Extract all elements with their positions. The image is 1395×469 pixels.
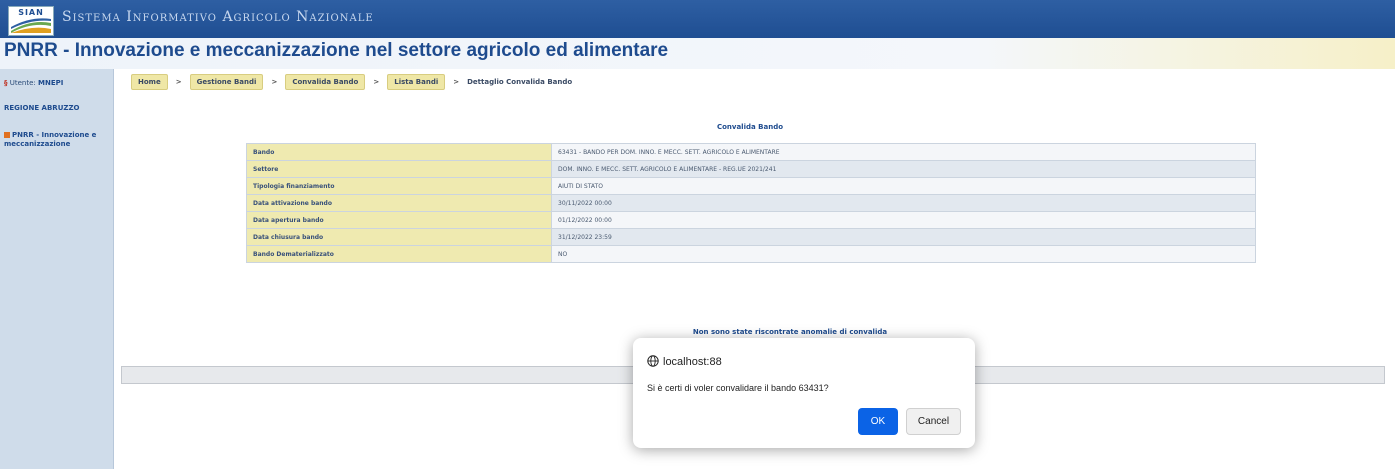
breadcrumb-convalida-bando[interactable]: Convalida Bando	[285, 74, 366, 90]
table-row: Data apertura bando 01/12/2022 00:00	[246, 211, 1256, 229]
table-row: Tipologia finanziamento AIUTI DI STATO	[246, 177, 1256, 195]
globe-icon	[647, 355, 659, 367]
row-value: AIUTI DI STATO	[551, 177, 1256, 195]
table-row: Data chiusura bando 31/12/2022 23:59	[246, 228, 1256, 246]
breadcrumb-lista-bandi[interactable]: Lista Bandi	[387, 74, 446, 90]
row-label: Data apertura bando	[246, 211, 552, 229]
breadcrumb-separator: >	[271, 78, 278, 86]
breadcrumb-current: Dettaglio Convalida Bando	[467, 78, 573, 86]
breadcrumb-separator: >	[453, 78, 460, 86]
row-label: Bando	[246, 143, 552, 161]
dialog-origin-text: localhost:88	[663, 356, 722, 368]
breadcrumb-separator: >	[373, 78, 380, 86]
table-row: Bando 63431 - BANDO PER DOM. INNO. E MECC…	[246, 143, 1256, 161]
sian-logo: SIAN	[8, 6, 54, 36]
user-icon: §	[4, 79, 8, 87]
row-label: Bando Dematerializzato	[246, 245, 552, 263]
row-value: NO	[551, 245, 1256, 263]
fields-logo-icon	[11, 18, 51, 33]
row-value: 31/12/2022 23:59	[551, 228, 1256, 246]
sidebar: § Utente: MNEPI REGIONE ABRUZZO PNRR - I…	[0, 69, 114, 469]
dialog-origin: localhost:88	[647, 355, 722, 368]
sidebar-item-label: PNRR - Innovazione e meccanizzazione	[4, 131, 97, 148]
row-label: Tipologia finanziamento	[246, 177, 552, 195]
row-label: Data attivazione bando	[246, 194, 552, 212]
table-row: Data attivazione bando 30/11/2022 00:00	[246, 194, 1256, 212]
dialog-message: Si è certi di voler convalidare il bando…	[647, 383, 829, 393]
breadcrumb-separator: >	[175, 78, 182, 86]
sidebar-item-pnrr[interactable]: PNRR - Innovazione e meccanizzazione	[4, 131, 114, 149]
confirm-dialog: localhost:88 Si è certi di voler convali…	[633, 338, 975, 448]
table-row: Settore DOM. INNO. E MECC. SETT. AGRICOLO…	[246, 160, 1256, 178]
row-label: Settore	[246, 160, 552, 178]
section-heading: Convalida Bando	[716, 123, 784, 131]
user-info: § Utente: MNEPI	[4, 79, 63, 87]
top-banner: SIAN Sistema Informativo Agricolo Nazion…	[0, 0, 1395, 38]
row-value: 01/12/2022 00:00	[551, 211, 1256, 229]
ok-button[interactable]: OK	[858, 408, 898, 435]
breadcrumb-home[interactable]: Home	[131, 74, 168, 90]
row-label: Data chiusura bando	[246, 228, 552, 246]
region-label: REGIONE ABRUZZO	[4, 104, 80, 112]
user-label: Utente:	[9, 79, 36, 87]
cancel-button[interactable]: Cancel	[906, 408, 961, 435]
page-title: PNRR - Innovazione e meccanizzazione nel…	[4, 40, 669, 61]
status-message: Non sono state riscontrate anomalie di c…	[692, 328, 888, 336]
menu-bullet-icon	[4, 132, 10, 138]
bando-detail-table: Bando 63431 - BANDO PER DOM. INNO. E MECC…	[246, 143, 1256, 263]
user-name: MNEPI	[38, 79, 64, 87]
system-name: Sistema Informativo Agricolo Nazionale	[62, 9, 374, 25]
row-value: DOM. INNO. E MECC. SETT. AGRICOLO E ALIM…	[551, 160, 1256, 178]
row-value: 63431 - BANDO PER DOM. INNO. E MECC. SET…	[551, 143, 1256, 161]
breadcrumb-gestione-bandi[interactable]: Gestione Bandi	[189, 74, 264, 90]
logo-text: SIAN	[18, 8, 44, 17]
table-row: Bando Dematerializzato NO	[246, 245, 1256, 263]
breadcrumb: Home > Gestione Bandi > Convalida Bando > List…	[131, 74, 572, 90]
row-value: 30/11/2022 00:00	[551, 194, 1256, 212]
